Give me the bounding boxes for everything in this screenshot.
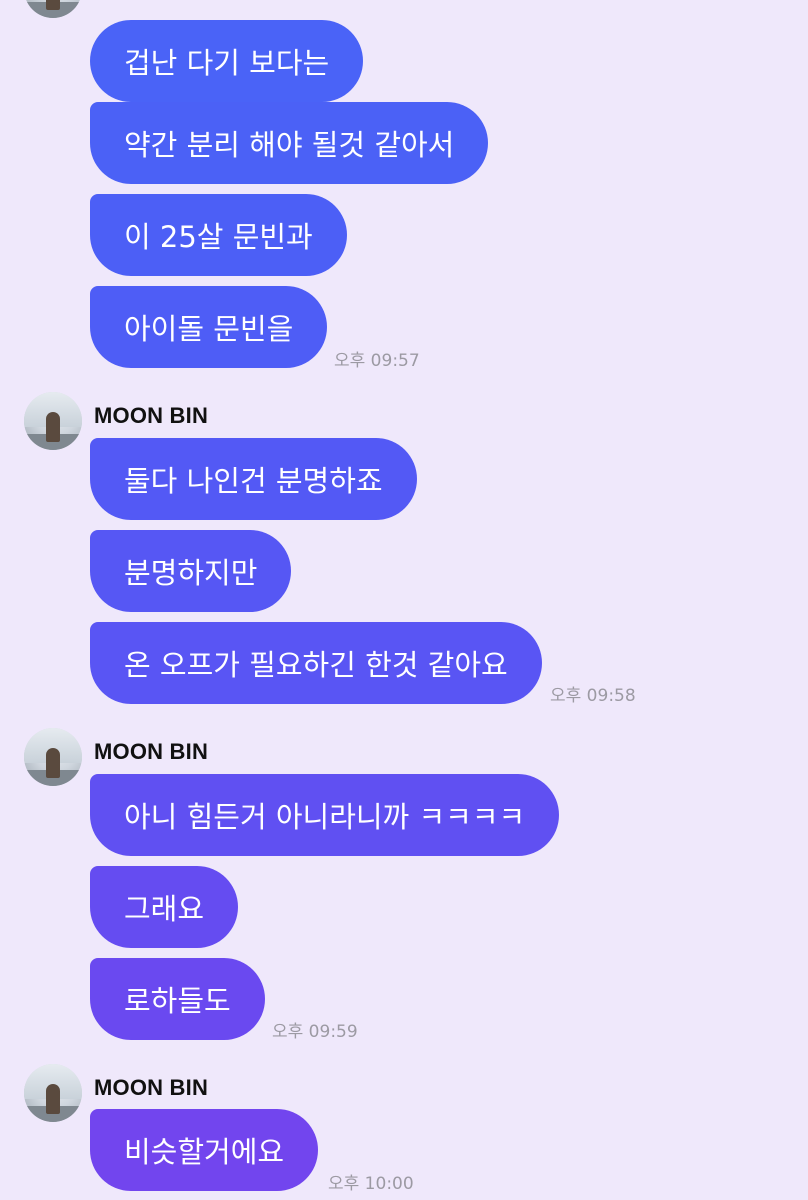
message-bubble[interactable]: 아니 힘든거 아니라니까 ㅋㅋㅋㅋ bbox=[90, 774, 560, 856]
sender-name: MOON BIN bbox=[94, 739, 209, 764]
message-timestamp: 오후 10:00 bbox=[328, 1174, 414, 1194]
message-text: 분명하지만 bbox=[124, 556, 258, 590]
message-text: 겁난 다기 보다는 bbox=[124, 46, 330, 80]
avatar[interactable] bbox=[24, 1064, 82, 1122]
message-bubble[interactable]: 약간 분리 해야 될것 같아서 bbox=[90, 102, 489, 184]
message-bubble[interactable]: 로하들도 bbox=[90, 958, 265, 1040]
message-bubble[interactable]: 아이돌 문빈을 bbox=[90, 286, 328, 368]
avatar-figure bbox=[46, 0, 60, 10]
sender-name: MOON BIN bbox=[94, 1075, 209, 1100]
avatar[interactable] bbox=[24, 392, 82, 450]
avatar[interactable] bbox=[24, 728, 82, 786]
message-bubble[interactable]: 비슷할거에요 bbox=[90, 1109, 319, 1191]
message-bubble[interactable]: 겁난 다기 보다는 bbox=[90, 20, 364, 102]
message-timestamp: 오후 09:57 bbox=[334, 351, 420, 371]
avatar[interactable] bbox=[24, 0, 82, 18]
message-text: 비슷할거에요 bbox=[124, 1135, 285, 1169]
message-text: 로하들도 bbox=[124, 984, 231, 1018]
message-text: 둘다 나인건 분명하죠 bbox=[124, 464, 383, 498]
avatar-figure bbox=[46, 412, 60, 442]
message-text: 온 오프가 필요하긴 한것 같아요 bbox=[124, 648, 508, 682]
message-bubble[interactable]: 둘다 나인건 분명하죠 bbox=[90, 438, 417, 520]
message-bubble[interactable]: 온 오프가 필요하긴 한것 같아요 bbox=[90, 622, 542, 704]
message-text: 아이돌 문빈을 bbox=[124, 312, 294, 346]
message-bubble[interactable]: 그래요 bbox=[90, 866, 239, 948]
sender-name: MOON BIN bbox=[94, 403, 209, 428]
avatar-figure bbox=[46, 748, 60, 778]
message-text: 이 25살 문빈과 bbox=[124, 220, 313, 254]
avatar-figure bbox=[46, 1084, 60, 1114]
message-text: 그래요 bbox=[124, 892, 205, 926]
message-timestamp: 오후 09:59 bbox=[272, 1022, 358, 1042]
message-timestamp: 오후 09:58 bbox=[550, 686, 636, 706]
message-text: 아니 힘든거 아니라니까 ㅋㅋㅋㅋ bbox=[124, 800, 526, 834]
message-text: 약간 분리 해야 될것 같아서 bbox=[124, 128, 455, 162]
message-bubble[interactable]: 분명하지만 bbox=[90, 530, 292, 612]
message-bubble[interactable]: 이 25살 문빈과 bbox=[90, 194, 347, 276]
